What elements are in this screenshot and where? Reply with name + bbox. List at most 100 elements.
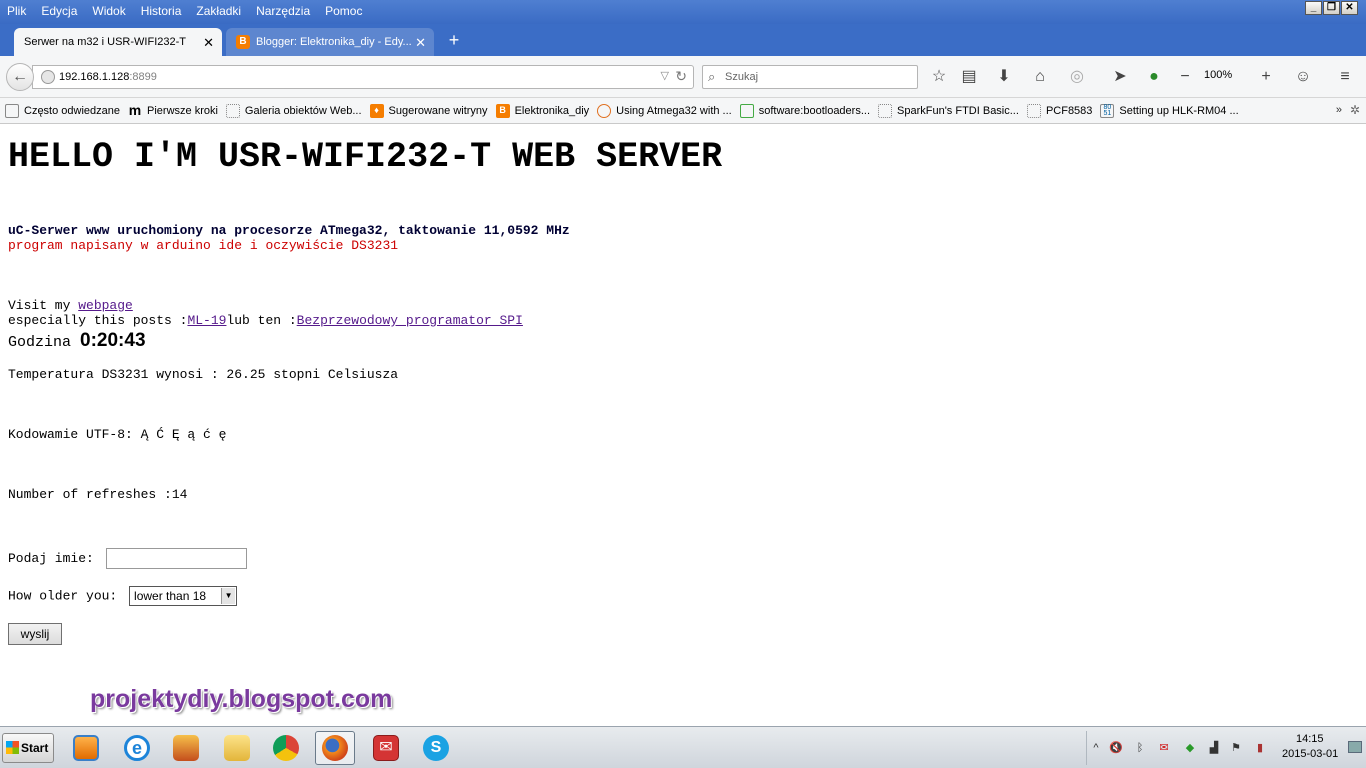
tab-blogger[interactable]: B Blogger: Elektronika_diy - Edy... ✕ <box>226 28 434 56</box>
tab-serwer[interactable]: Serwer na m32 i USR-WIFI232-T ✕ <box>14 28 222 56</box>
bookmarks-list-icon[interactable]: ▤ <box>958 66 980 88</box>
new-tab-button[interactable]: + <box>444 29 464 51</box>
bookmark-item[interactable]: ♦ Sugerowane witryny <box>369 103 488 118</box>
firefox-icon[interactable] <box>315 731 355 765</box>
page-title: HELLO I'M USR-WIFI232-T WEB SERVER <box>8 137 723 177</box>
home-icon[interactable]: ⌂ <box>1029 66 1051 88</box>
tray-expand-icon[interactable]: ^ <box>1089 741 1103 755</box>
bookmarks-overflow-button[interactable]: » <box>1336 104 1342 116</box>
mail-tray-icon[interactable]: ✉ <box>1157 741 1171 755</box>
visit-line: Visit my webpage <box>8 298 133 313</box>
tab-title: Blogger: Elektronika_diy - Edy... <box>256 36 412 48</box>
name-row: Podaj imie: <box>8 548 247 569</box>
page-icon <box>1026 103 1041 118</box>
watermark: projektydiy.blogspot.com <box>90 685 393 713</box>
minimize-button[interactable]: _ <box>1305 1 1322 15</box>
search-input[interactable]: ⌕ Szukaj <box>702 65 918 89</box>
menu-historia[interactable]: Historia <box>141 4 182 18</box>
visit-prefix: Visit my <box>8 298 79 313</box>
submit-button[interactable]: wyslij <box>8 623 62 645</box>
bookmark-label: PCF8583 <box>1045 104 1093 117</box>
zoom-level[interactable]: 100% <box>1204 69 1232 81</box>
age-select[interactable]: lower than 18 ▼ <box>129 586 238 606</box>
adblock-icon[interactable]: ● <box>1143 66 1165 88</box>
menu-narzedzia[interactable]: Narzędzia <box>256 4 310 18</box>
ml19-link[interactable]: ML-19 <box>187 313 226 328</box>
close-window-button[interactable]: ✕ <box>1341 1 1358 15</box>
menu-zakladki[interactable]: Zakładki <box>196 4 241 18</box>
name-input[interactable] <box>105 548 247 569</box>
age-row: How older you: lower than 18 ▼ <box>8 586 238 606</box>
menu-pomoc[interactable]: Pomoc <box>325 4 362 18</box>
installer-icon[interactable] <box>166 731 206 765</box>
tab-title: Serwer na m32 i USR-WIFI232-T <box>24 36 186 48</box>
mail-icon[interactable]: ✉ <box>366 731 406 765</box>
taskbar: Start e ✉ S ^ 🔇 ᛒ ✉ ◆ ▟ ⚑ ▮ <box>0 726 1366 768</box>
bookmark-star-icon[interactable]: ☆ <box>928 66 950 88</box>
bluetooth-icon[interactable]: ᛒ <box>1133 741 1147 755</box>
menu-widok[interactable]: Widok <box>92 4 125 18</box>
chrome-icon[interactable] <box>266 731 306 765</box>
bookmark-label: software:bootloaders... <box>758 104 871 117</box>
explorer-icon[interactable] <box>217 731 257 765</box>
close-tab-icon[interactable]: ✕ <box>203 35 214 51</box>
skype-icon[interactable]: S <box>416 731 456 765</box>
zoom-in-icon[interactable]: + <box>1255 66 1277 88</box>
battery-icon[interactable]: ▮ <box>1253 741 1267 755</box>
bookmark-item[interactable]: PCF8583 <box>1026 103 1093 118</box>
restore-button[interactable]: ❐ <box>1323 1 1340 15</box>
ie-icon[interactable]: e <box>117 731 157 765</box>
chevron-down-icon: ▼ <box>221 588 236 604</box>
url-dropdown-icon[interactable]: ▽ <box>661 69 669 82</box>
start-button[interactable]: Start <box>2 733 54 763</box>
bookmark-label: Często odwiedzane <box>24 104 121 117</box>
bookmark-item[interactable]: B Elektronika_diy <box>495 103 590 118</box>
bookmark-label: Pierwsze kroki <box>147 104 218 117</box>
close-tab-icon[interactable]: ✕ <box>415 35 426 51</box>
url-host: 192.168.1.128 <box>59 71 130 83</box>
age-label: How older you: <box>8 588 118 604</box>
puzzle-icon[interactable]: ✲ <box>1350 103 1360 117</box>
age-selected: lower than 18 <box>134 589 207 603</box>
info-line-program: program napisany w arduino ide i oczywiś… <box>8 238 399 253</box>
volume-muted-icon[interactable]: 🔇 <box>1109 741 1123 755</box>
page-content: HELLO I'M USR-WIFI232-T WEB SERVER uC-Se… <box>0 125 1366 723</box>
smiley-icon[interactable]: ☺ <box>1292 66 1314 88</box>
addon-icon[interactable]: ◎ <box>1066 66 1088 88</box>
bookmark-item[interactable]: m Pierwsze kroki <box>128 103 218 118</box>
menu-edycja[interactable]: Edycja <box>41 4 77 18</box>
name-label: Podaj imie: <box>8 550 94 566</box>
programator-link[interactable]: Bezprzewodowy programator SPI <box>297 313 523 328</box>
bookmark-item[interactable]: Często odwiedzane <box>5 103 121 118</box>
zoom-out-icon[interactable]: − <box>1174 66 1196 88</box>
back-button[interactable]: ← <box>6 63 34 91</box>
back-arrow-icon: ← <box>12 68 28 85</box>
taskbar-time[interactable]: 14:15 <box>1296 733 1324 745</box>
bookmark-item[interactable]: software:bootloaders... <box>739 103 871 118</box>
bookmark-item[interactable]: Galeria obiektów Web... <box>225 103 362 118</box>
send-icon[interactable]: ➤ <box>1109 66 1131 88</box>
page-icon <box>225 103 240 118</box>
bookmark-item[interactable]: SparkFun's FTDI Basic... <box>878 103 1019 118</box>
bookmark-item[interactable]: Using Atmega32 with ... <box>597 103 732 118</box>
webpage-link[interactable]: webpage <box>78 298 133 313</box>
network-icon[interactable]: ▟ <box>1207 741 1221 755</box>
download-icon[interactable]: ⬇ <box>993 66 1015 88</box>
temperature-line: Temperatura DS3231 wynosi : 26.25 stopni… <box>8 367 399 382</box>
show-desktop-button[interactable] <box>1348 741 1362 753</box>
menu-hamburger-icon[interactable]: ≡ <box>1334 66 1356 88</box>
taskbar-date[interactable]: 2015-03-01 <box>1282 748 1338 760</box>
url-bar[interactable]: 192.168.1.128:8899 ▽ ↻ <box>32 65 694 89</box>
bookmark-label: SparkFun's FTDI Basic... <box>897 104 1019 117</box>
flag-icon[interactable]: ⚑ <box>1229 741 1243 755</box>
menu-items: Plik Edycja Widok Historia Zakładki Narz… <box>7 4 377 18</box>
bookmark-item[interactable]: 80 51 Setting up HLK-RM04 ... <box>1100 103 1239 118</box>
menu-plik[interactable]: Plik <box>7 4 26 18</box>
bookmark-label: Elektronika_diy <box>514 104 590 117</box>
reload-icon[interactable]: ↻ <box>675 68 687 85</box>
security-icon[interactable]: ◆ <box>1183 741 1197 755</box>
search-icon: ⌕ <box>708 69 716 84</box>
menu-bar: Plik Edycja Widok Historia Zakładki Narz… <box>0 0 1366 24</box>
media-player-icon[interactable] <box>66 731 106 765</box>
search-placeholder: Szukaj <box>725 71 759 83</box>
